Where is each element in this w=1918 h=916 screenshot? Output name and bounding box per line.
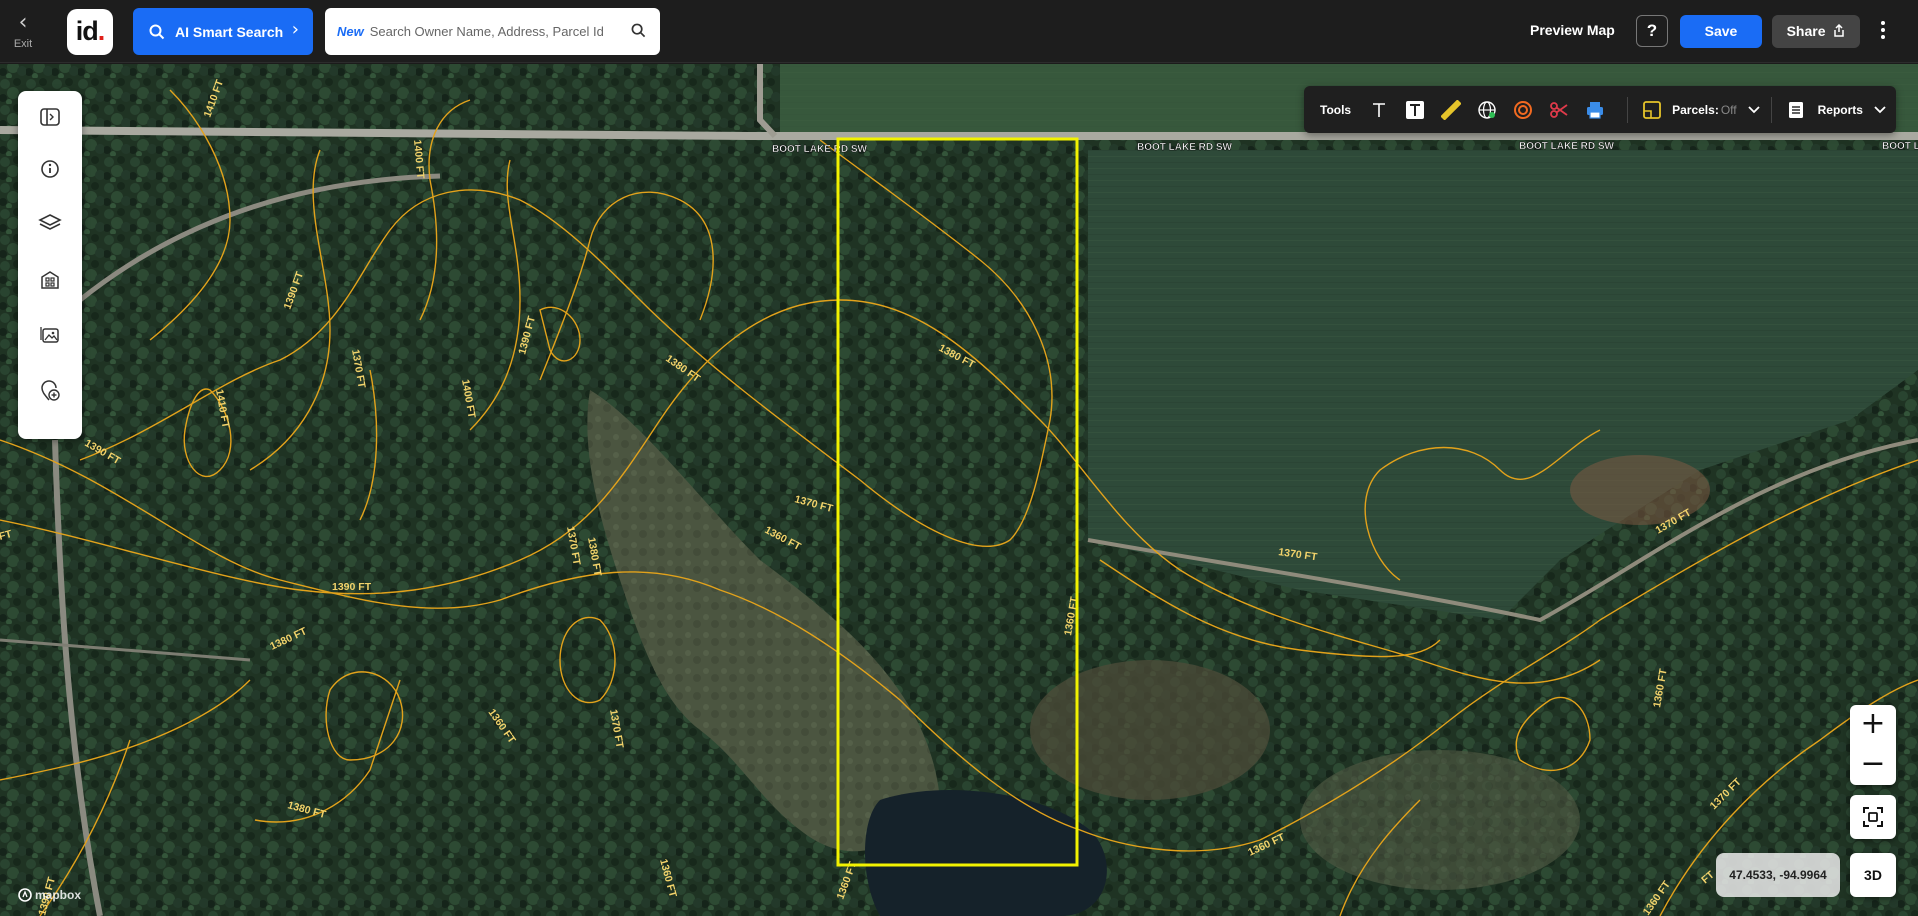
exit-button[interactable]: ‹ Exit — [8, 12, 38, 52]
image-icon — [40, 327, 59, 343]
ai-smart-search-label: AI Smart Search — [175, 23, 284, 40]
info-icon — [41, 160, 59, 178]
mapbox-logo-icon — [18, 888, 32, 902]
left-tool-panel — [18, 91, 82, 439]
globe-icon — [1478, 100, 1496, 119]
parcel-icon — [1643, 100, 1662, 119]
road-label: BOOT LAKE RD SW — [1519, 141, 1615, 152]
coordinates-readout: 47.4533, -94.9964 — [1716, 853, 1840, 897]
road-label: BOOT L — [1882, 141, 1918, 152]
satellite-map[interactable]: 1410 FT 1400 FT 1390 FT 1370 FT 1400 FT … — [0, 64, 1918, 916]
parcels-icon-button[interactable] — [1638, 96, 1666, 124]
focus-frame-icon — [1863, 807, 1883, 827]
cut-tool-button[interactable] — [1545, 96, 1573, 124]
radius-tool-button[interactable] — [1509, 96, 1537, 124]
scissors-icon — [1550, 101, 1568, 118]
report-icon — [1788, 101, 1803, 118]
road-label: BOOT LAKE RD SW — [1137, 142, 1233, 153]
location-add-icon — [41, 380, 60, 401]
share-icon — [1834, 23, 1845, 37]
share-label: Share — [1786, 23, 1826, 39]
chevron-down-icon[interactable] — [1873, 105, 1887, 115]
zoom-controls: + − — [1850, 705, 1896, 785]
tools-bar: Tools Parcels: Off Reports — [1304, 86, 1896, 133]
text-box-icon — [1406, 100, 1425, 119]
add-marker-button[interactable] — [18, 363, 82, 419]
zoom-in-button[interactable]: + — [1850, 705, 1896, 745]
3d-toggle-button[interactable]: 3D — [1850, 853, 1896, 897]
save-button[interactable]: Save — [1680, 15, 1762, 48]
road-label: BOOT LAKE RD SW — [772, 144, 868, 155]
search-input[interactable]: New Search Owner Name, Address, Parcel I… — [325, 8, 660, 55]
building-icon — [41, 271, 59, 289]
chevron-left-icon: ‹ — [18, 10, 28, 35]
mapbox-attribution[interactable]: mapbox — [18, 888, 81, 902]
reports-dropdown[interactable]: Reports — [1818, 103, 1863, 117]
panel-toggle-icon — [40, 108, 60, 126]
contour-label: 1390 FT — [332, 581, 372, 593]
mapbox-label: mapbox — [35, 888, 82, 902]
chevron-down-icon[interactable] — [1747, 105, 1761, 115]
toggle-panel-button[interactable] — [18, 91, 82, 143]
layers-button[interactable] — [18, 195, 82, 251]
parcels-label: Parcels: — [1672, 102, 1719, 117]
layers-icon — [38, 214, 62, 230]
help-button[interactable]: ? — [1636, 15, 1668, 47]
reports-icon-button[interactable] — [1782, 96, 1810, 124]
app-logo[interactable]: id. — [67, 9, 113, 55]
toolbar-divider — [1770, 96, 1772, 123]
map-canvas[interactable]: 1410 FT 1400 FT 1390 FT 1370 FT 1400 FT … — [0, 64, 1918, 916]
search-icon[interactable] — [631, 23, 646, 38]
printer-icon — [1587, 101, 1604, 119]
exit-label: Exit — [13, 38, 33, 50]
search-placeholder: Search Owner Name, Address, Parcel Id — [369, 24, 604, 39]
tools-label: Tools — [1320, 102, 1352, 117]
share-button[interactable]: Share — [1772, 15, 1860, 48]
text-tool-button[interactable] — [1365, 96, 1393, 124]
more-menu-icon[interactable] — [1876, 18, 1890, 46]
fit-bounds-button[interactable] — [1850, 795, 1896, 839]
chevron-right-icon: › — [291, 19, 299, 40]
zoom-out-button[interactable]: − — [1850, 745, 1896, 785]
ai-smart-search-button[interactable]: AI Smart Search › — [133, 8, 313, 55]
buildings-button[interactable] — [18, 251, 82, 307]
toolbar-divider — [1627, 96, 1629, 123]
globe-tool-button[interactable] — [1473, 96, 1501, 124]
imagery-button[interactable] — [18, 307, 82, 363]
top-bar: ‹ Exit id. AI Smart Search › New Search … — [0, 0, 1918, 63]
print-tool-button[interactable] — [1581, 96, 1609, 124]
info-button[interactable] — [18, 143, 82, 195]
measure-tool-button[interactable] — [1437, 96, 1465, 124]
preview-map-link[interactable]: Preview Map — [1530, 22, 1615, 38]
text-box-tool-button[interactable] — [1401, 96, 1429, 124]
target-icon — [1514, 100, 1533, 119]
ruler-icon — [1441, 99, 1462, 120]
search-icon — [149, 24, 165, 39]
text-icon — [1373, 102, 1386, 117]
new-badge: New — [337, 24, 364, 39]
parcels-state: Off — [1720, 102, 1737, 117]
parcels-toggle[interactable]: Parcels: Off — [1672, 103, 1737, 117]
